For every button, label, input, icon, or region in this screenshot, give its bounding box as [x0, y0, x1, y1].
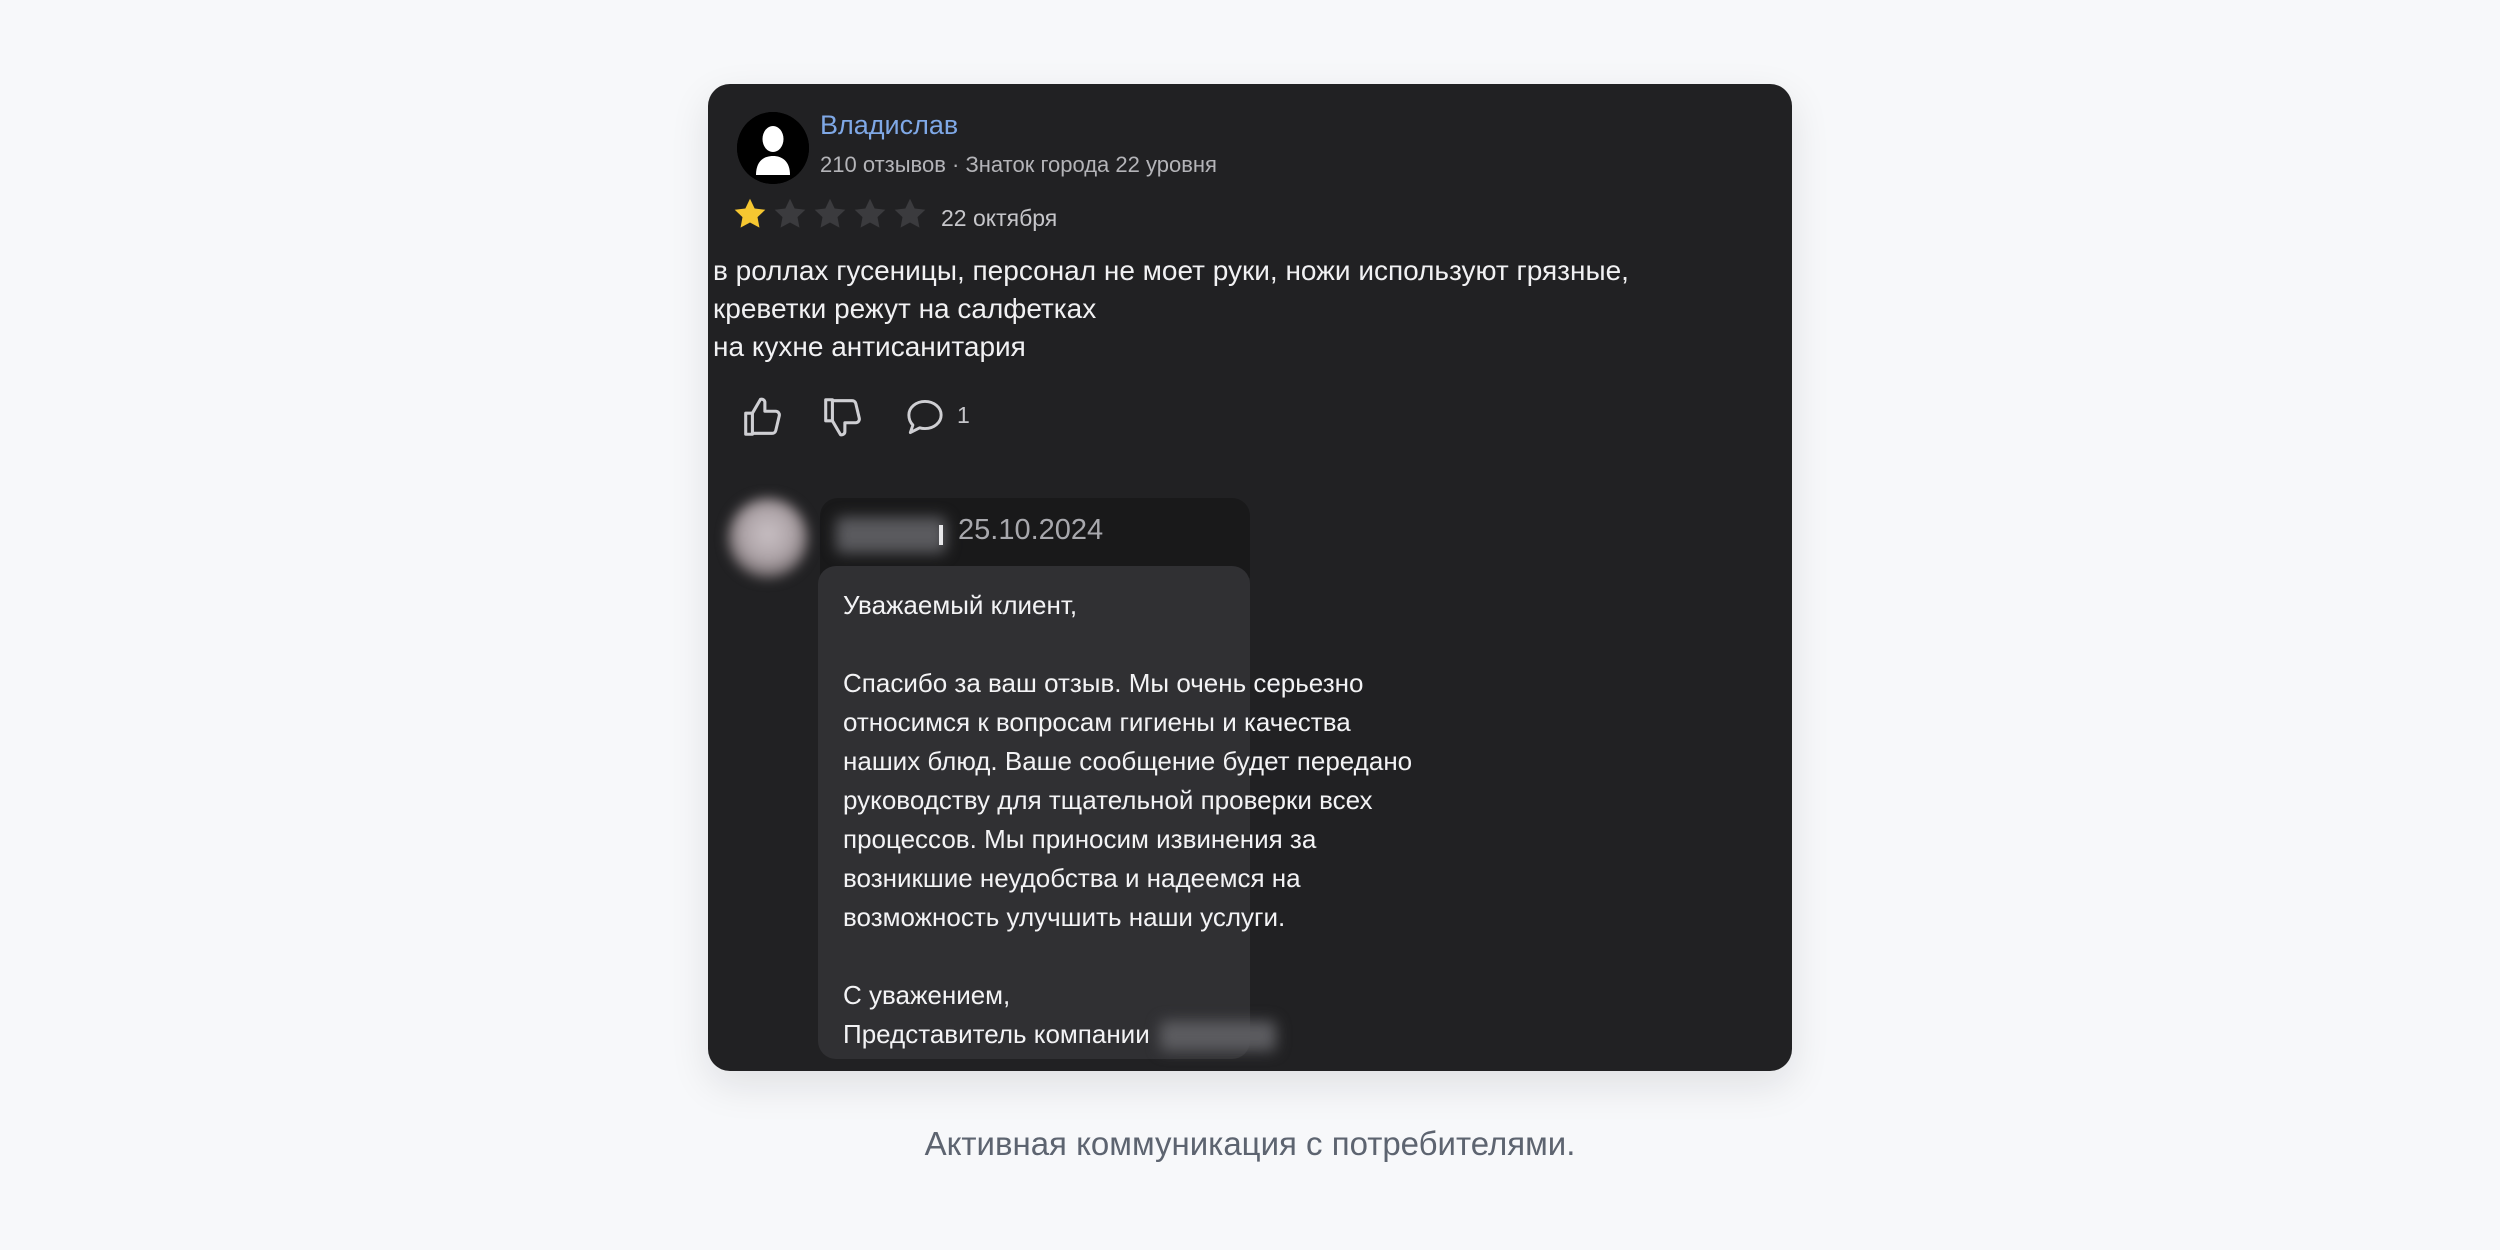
page: Владислав 210 отзывов · Знаток города 22… — [0, 0, 2500, 1250]
star-icon — [734, 198, 766, 228]
reply-closing: С уважением, — [843, 980, 1011, 1010]
thumbs-up-icon[interactable] — [738, 393, 786, 441]
reply-body-line: Спасибо за ваш отзыв. Мы очень серьезно — [843, 668, 1364, 698]
review-text-line: на кухне антисанитария — [713, 331, 1026, 362]
thumbs-down-icon[interactable] — [818, 393, 866, 441]
reply-date: 25.10.2024 — [958, 514, 1104, 546]
author-meta: 210 отзывов · Знаток города 22 уровня — [820, 152, 1217, 177]
reply-body-line: процессов. Мы приносим извинения за — [843, 824, 1317, 854]
reply-signature-line: Представитель компании — [843, 1015, 1276, 1054]
reply-body-line: наших блюд. Ваше сообщение будет передан… — [843, 746, 1413, 776]
user-avatar-icon[interactable] — [737, 112, 809, 184]
figure-caption: Активная коммуникация с потребителями. — [924, 1125, 1576, 1162]
review-card: Владислав 210 отзывов · Знаток города 22… — [708, 84, 1792, 1071]
reply-spacer — [843, 625, 1263, 664]
reply-body-line: возникшие неудобства и надеемся на — [843, 863, 1301, 893]
review-actions: 1 — [738, 393, 970, 441]
company-name-blurred-edge — [939, 525, 943, 545]
star-icon — [854, 198, 886, 228]
reply-signature: Представитель компании — [843, 1019, 1150, 1049]
reply-body-line: руководству для тщательной проверки всех — [843, 785, 1373, 815]
comment-icon[interactable] — [901, 393, 949, 441]
reply-text: Уважаемый клиент, Спасибо за ваш отзыв. … — [843, 586, 1413, 1054]
star-icon — [774, 198, 806, 228]
reply-greeting: Уважаемый клиент, — [843, 590, 1078, 620]
company-name-blurred — [836, 517, 946, 553]
review-text: в роллах гусеницы, персонал не моет руки… — [713, 252, 1773, 366]
author-name-link[interactable]: Владислав — [820, 110, 958, 141]
review-date: 22 октября — [941, 205, 1058, 231]
reply-body-line: возможность улучшить наши услуги. — [843, 902, 1286, 932]
review-text-line: в роллах гусеницы, персонал не моет руки… — [713, 255, 1629, 286]
review-text-line: креветки режут на салфетках — [713, 293, 1097, 324]
reply-spacer — [843, 937, 1263, 976]
rating-stars — [732, 196, 928, 232]
star-icon — [814, 198, 846, 228]
comment-count: 1 — [957, 401, 970, 428]
star-icon — [894, 198, 926, 228]
company-name-blurred — [1159, 1021, 1276, 1052]
company-avatar — [728, 498, 808, 578]
reply-body-line: относимся к вопросам гигиены и качества — [843, 707, 1351, 737]
